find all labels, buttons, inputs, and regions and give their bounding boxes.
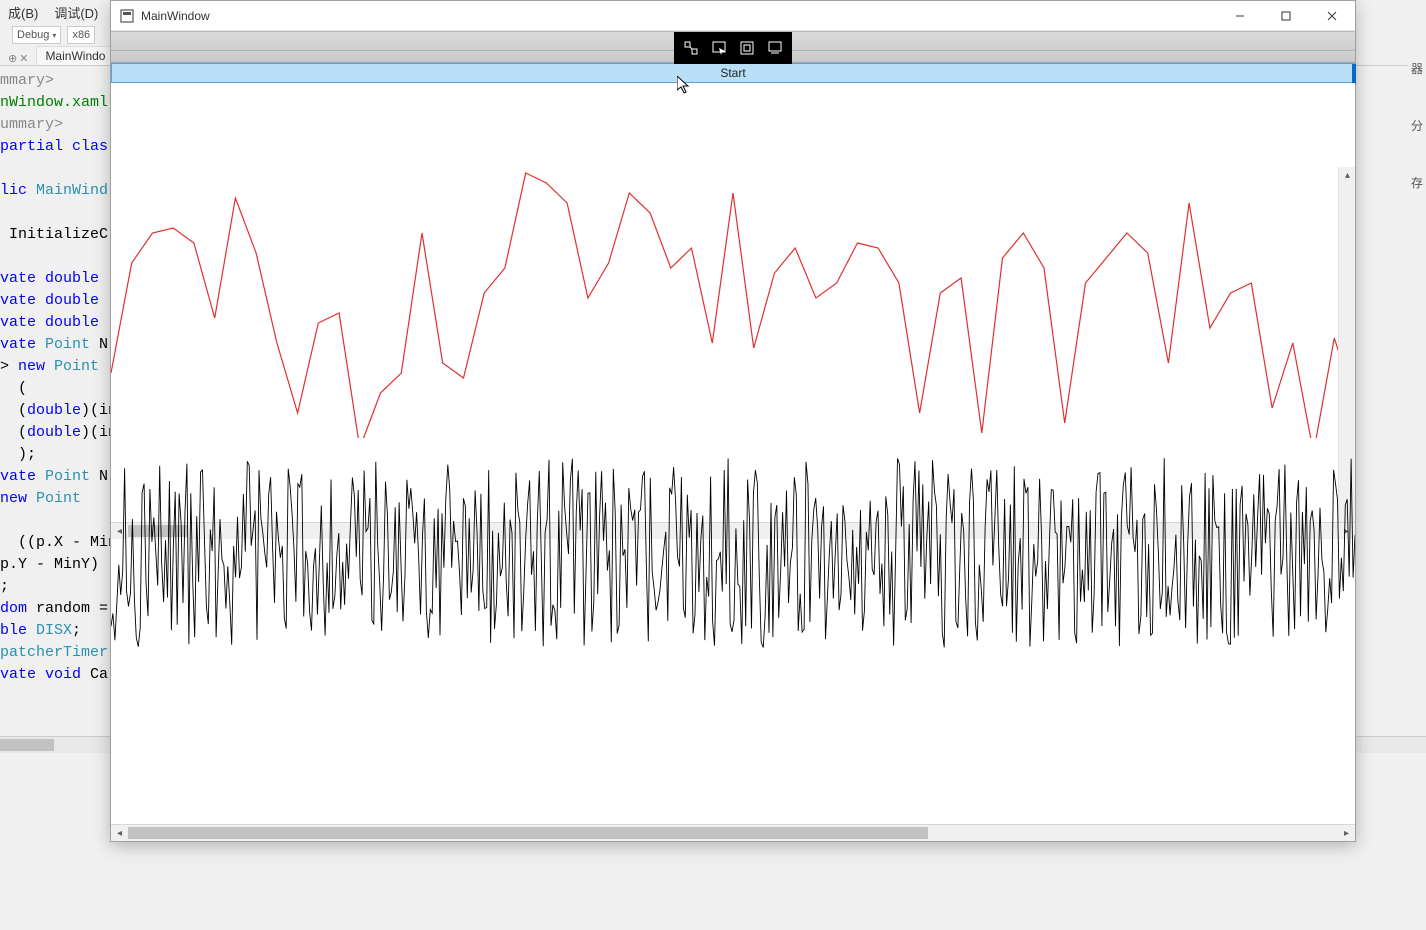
platform-combo[interactable]: x86 bbox=[67, 26, 95, 44]
selection-accent bbox=[1352, 64, 1356, 84]
ide-right-toolwindow-tabs: 器 分 存 bbox=[1408, 60, 1426, 231]
window-controls bbox=[1217, 1, 1355, 30]
track-focus-icon[interactable] bbox=[766, 39, 784, 57]
debug-adorner-bar bbox=[111, 31, 1355, 51]
platform-combo-text: x86 bbox=[72, 29, 90, 41]
code-hscroll-thumb[interactable] bbox=[0, 739, 54, 751]
toolwindow-tab-1[interactable]: 器 bbox=[1408, 60, 1426, 77]
chart-canvas-area: ▴ ◂ ▸ bbox=[111, 83, 1355, 824]
window-title: MainWindow bbox=[141, 9, 1217, 23]
minimize-button[interactable] bbox=[1217, 1, 1263, 30]
app-window: MainWindow Start ▴ ◂ ▸ bbox=[110, 0, 1356, 842]
line-chart-black bbox=[111, 453, 1355, 653]
close-icon: ✕ bbox=[19, 52, 28, 65]
chart2-hscroll-track[interactable] bbox=[128, 825, 1338, 841]
toolwindow-tab-2[interactable]: 分 bbox=[1408, 117, 1426, 134]
line-chart-red bbox=[111, 83, 1355, 438]
titlebar[interactable]: MainWindow bbox=[111, 1, 1355, 31]
xaml-debug-tools bbox=[674, 32, 792, 64]
maximize-button[interactable] bbox=[1263, 1, 1309, 30]
tab-pin-close[interactable]: ⊕✕ bbox=[4, 52, 32, 65]
config-combo[interactable]: Debug ▾ bbox=[12, 26, 61, 44]
chart2-hscroll-thumb[interactable] bbox=[128, 827, 928, 839]
chart2-hscrollbar[interactable]: ◂ ▸ bbox=[111, 824, 1355, 841]
pin-icon: ⊕ bbox=[8, 52, 17, 65]
app-icon bbox=[119, 8, 135, 24]
chevron-down-icon: ▾ bbox=[52, 31, 56, 40]
scroll-left-icon[interactable]: ◂ bbox=[111, 825, 128, 842]
scroll-right-icon[interactable]: ▸ bbox=[1338, 825, 1355, 842]
menu-build[interactable]: 成(B) bbox=[8, 3, 38, 22]
live-visual-tree-icon[interactable] bbox=[682, 39, 700, 57]
display-layout-icon[interactable] bbox=[738, 39, 756, 57]
select-element-icon[interactable] bbox=[710, 39, 728, 57]
document-tab[interactable]: MainWindo bbox=[36, 46, 114, 65]
config-combo-text: Debug bbox=[17, 29, 49, 41]
menu-debug[interactable]: 调试(D) bbox=[54, 3, 98, 22]
close-button[interactable] bbox=[1309, 1, 1355, 30]
scroll-up-icon[interactable]: ▴ bbox=[1339, 167, 1355, 184]
toolwindow-tab-3[interactable]: 存 bbox=[1408, 174, 1426, 191]
start-button[interactable]: Start bbox=[111, 63, 1355, 83]
